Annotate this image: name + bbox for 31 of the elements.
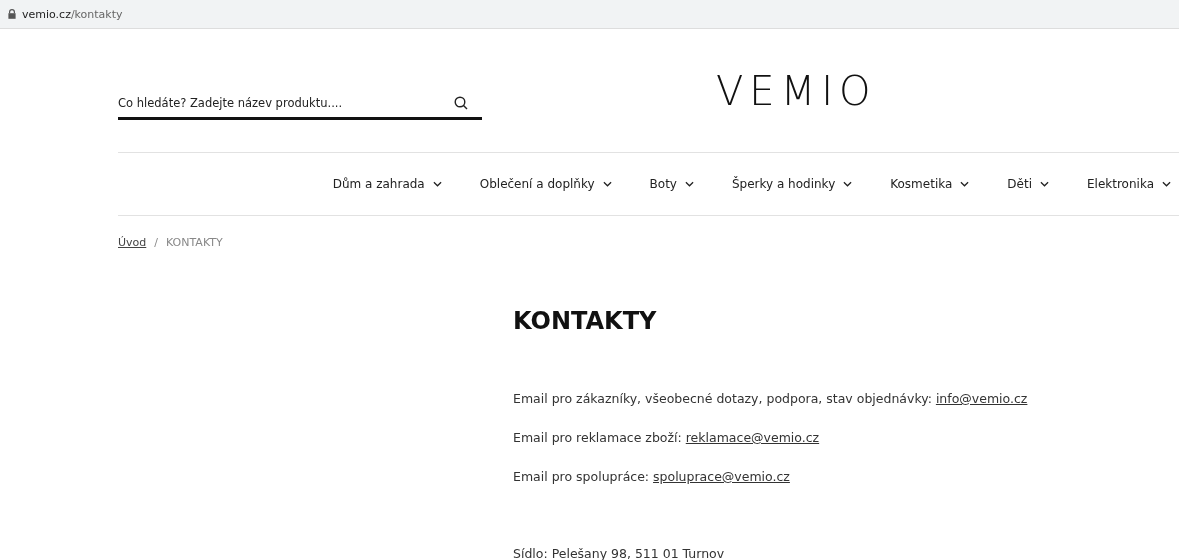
address-bar[interactable]: vemio.cz/kontakty <box>0 0 1179 29</box>
chevron-down-icon <box>1162 181 1171 187</box>
chevron-down-icon <box>684 181 694 187</box>
nav-menu-item[interactable]: Elektronika <box>1087 177 1171 191</box>
nav-menu-item[interactable]: Boty <box>649 177 694 191</box>
chevron-down-icon <box>960 181 970 187</box>
search-field[interactable]: Co hledáte? Zadejte název produktu.... <box>118 95 482 120</box>
email-link[interactable]: info@vemio.cz <box>935 391 1028 406</box>
nav-menu-item[interactable]: Děti <box>1007 177 1049 191</box>
breadcrumb-current: KONTAKTY <box>166 236 223 249</box>
breadcrumb-separator: / <box>154 236 158 249</box>
nav-menu-item[interactable]: Kosmetika <box>890 177 970 191</box>
nav-menu-item[interactable]: Šperky a hodinky <box>731 177 853 191</box>
chevron-down-icon <box>843 181 853 187</box>
search-icon[interactable] <box>454 95 468 110</box>
contact-line: Email pro reklamace zboží: reklamace@vemio.cz <box>513 430 821 445</box>
url-text: vemio.cz/kontakty <box>22 7 123 21</box>
email-link[interactable]: spoluprace@vemio.cz <box>653 469 790 484</box>
contact-line: Email pro zákazníky, všeobecné dotazy, podpora, stav objednávky: info@vemio.cz <box>513 391 1029 406</box>
nav-menu-item[interactable]: Oblečení a doplňky <box>479 177 612 191</box>
address-text: Sídlo: Pelešany 98, 511 01 Turnov <box>513 546 726 560</box>
contact-line: Email pro spolupráce: spoluprace@vemio.cz <box>513 469 791 484</box>
email-link[interactable]: reklamace@vemio.cz <box>685 430 820 445</box>
logo[interactable]: VEMIO <box>716 67 877 114</box>
page-heading: KONTAKTY <box>513 307 658 335</box>
chevron-down-icon <box>1040 181 1049 187</box>
chevron-down-icon <box>432 181 442 187</box>
nav-menu-item[interactable]: Dům a zahrada <box>332 177 442 191</box>
breadcrumb-link[interactable]: Úvod <box>118 236 147 249</box>
chevron-down-icon <box>602 181 612 187</box>
lock-icon <box>8 9 16 19</box>
